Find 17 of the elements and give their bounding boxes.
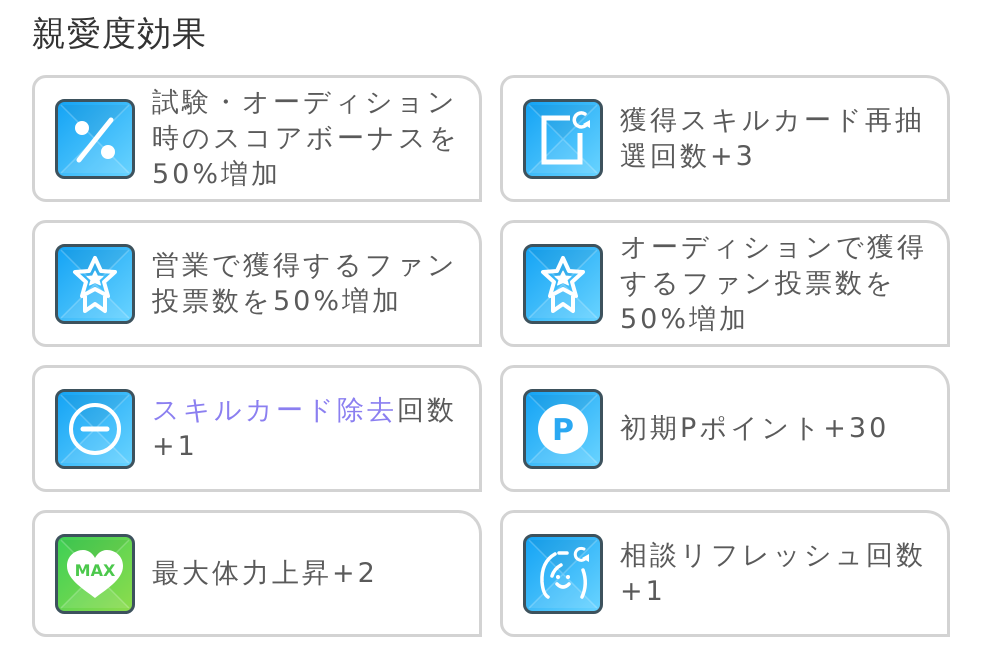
effect-description: 営業で獲得するファン投票数を50%増加 xyxy=(152,248,459,318)
coin-letter: P xyxy=(552,412,574,448)
keyword-link[interactable]: スキルカード除去 xyxy=(152,394,397,426)
effect-description: オーディションで獲得するファン投票数を50%増加 xyxy=(620,230,928,336)
star-ribbon-icon xyxy=(55,244,135,324)
effect-description: 獲得スキルカード再抽選回数+3 xyxy=(620,104,926,174)
card-refresh-icon xyxy=(523,98,603,178)
effect-description: 試験・オーディション時のスコアボーナスを50%増加 xyxy=(152,86,461,192)
star-ribbon-icon xyxy=(523,244,603,324)
effect-description: 相談リフレッシュ回数+1 xyxy=(620,538,927,608)
face-refresh-icon xyxy=(523,534,603,614)
effect-description: スキルカード除去 回数+1 xyxy=(152,394,458,464)
percent-icon xyxy=(55,98,135,178)
section-title: 親愛度効果 xyxy=(32,14,207,55)
effect-description: 最大体力上昇+2 xyxy=(152,556,379,590)
max-label: MAX xyxy=(74,560,116,580)
effect-description: 初期Pポイント+30 xyxy=(620,412,890,446)
